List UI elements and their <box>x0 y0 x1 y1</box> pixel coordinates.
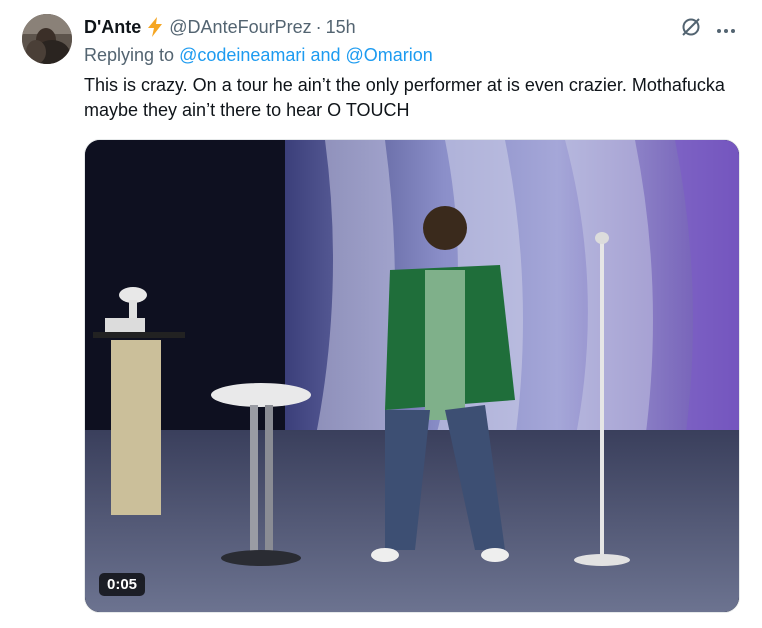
video-player[interactable]: 0:05 <box>84 139 740 613</box>
video-frame <box>85 140 739 612</box>
lightning-bolt-icon <box>147 17 163 37</box>
video-duration-badge: 0:05 <box>99 573 146 596</box>
tweet[interactable]: D'Ante @DAnteFourPrez · 15h Replying to <box>0 0 762 628</box>
replying-prefix: Replying to <box>84 45 175 65</box>
mention-link[interactable]: @Omarion <box>346 45 433 65</box>
more-dots-icon[interactable] <box>716 21 736 39</box>
tweet-header: D'Ante @DAnteFourPrez · 15h <box>84 15 356 39</box>
avatar-image <box>22 14 72 64</box>
mention-join: and <box>310 45 341 65</box>
author-name[interactable]: D'Ante <box>84 17 141 38</box>
replying-to: Replying to @codeineamari and @Omarion <box>84 45 433 66</box>
timestamp[interactable]: 15h <box>326 17 356 38</box>
author-handle[interactable]: @DAnteFourPrez <box>169 17 311 38</box>
grok-slash-circle-icon[interactable] <box>680 16 702 43</box>
tweet-actions-top <box>680 16 736 43</box>
avatar[interactable] <box>22 14 72 64</box>
tweet-text: This is crazy. On a tour he ain’t the on… <box>84 75 725 120</box>
separator-dot: · <box>315 16 322 37</box>
mention-link[interactable]: @codeineamari <box>179 45 305 65</box>
